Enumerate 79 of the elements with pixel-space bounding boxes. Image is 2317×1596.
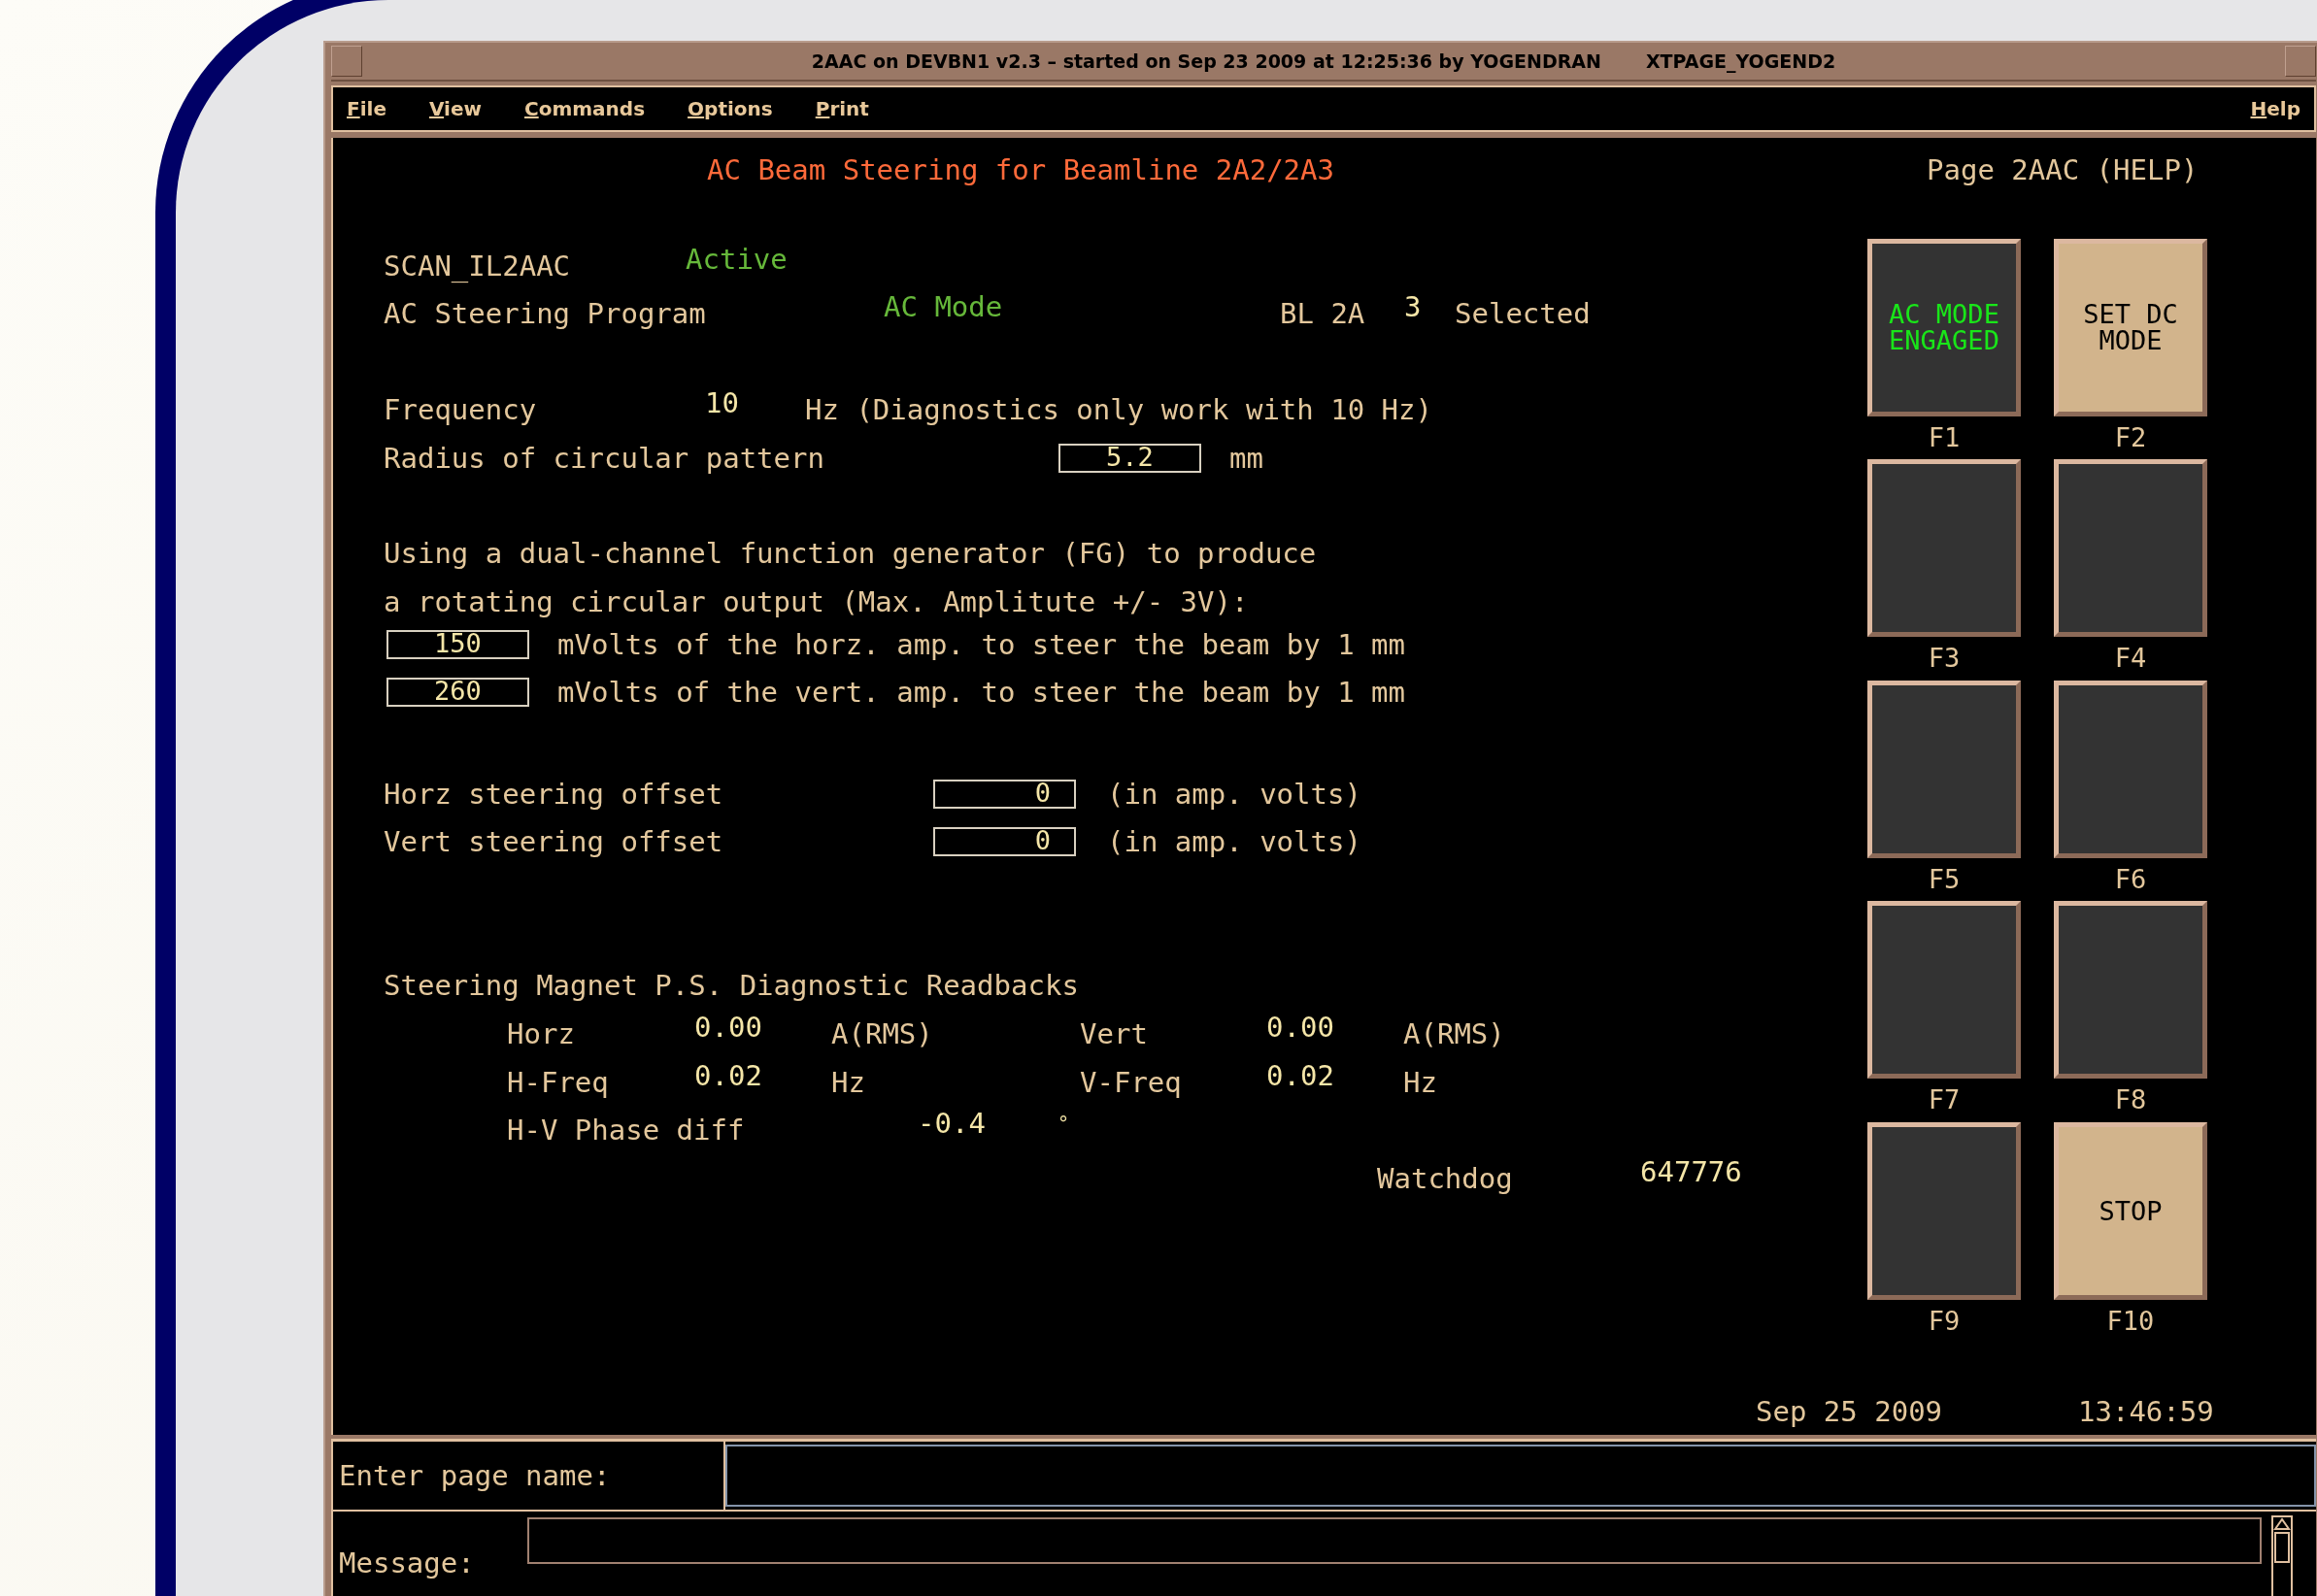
amplitude-field[interactable]: 260 (386, 678, 529, 708)
offset-label: Horz steering offset (384, 777, 724, 811)
function-key-label: F4 (2114, 642, 2147, 675)
phase-unit: ° (1058, 1112, 1071, 1136)
offset-unit: (in amp. volts) (1107, 777, 1362, 811)
readback-label: Vert (1080, 1017, 1149, 1051)
function-key-button[interactable] (1867, 901, 2021, 1079)
readback-unit: Hz (831, 1065, 866, 1099)
phase-value: -0.4 (918, 1107, 987, 1141)
readback-value: 0.02 (1266, 1058, 1335, 1092)
readbacks-title: Steering Magnet P.S. Diagnostic Readbacks (384, 969, 1079, 1002)
function-key-label: F7 (1928, 1083, 1961, 1116)
radius-label: Radius of circular pattern (384, 441, 825, 475)
amplitude-label: mVolts of the horz. amp. to steer the beam by 1 mm (557, 627, 1406, 661)
page-title: AC Beam Steering for Beamline 2A2/2A3 (707, 152, 1335, 186)
phase-label: H-V Phase diff (507, 1114, 746, 1147)
function-key-label: F1 (1928, 420, 1961, 454)
window-title: 2AAC on DEVBN1 v2.3 – started on Sep 23 2009 at 12:25:36 by YOGENDRAN (811, 50, 1601, 72)
menu-item[interactable]: File (347, 97, 386, 120)
readback-label: H-Freq (507, 1065, 610, 1099)
function-key-button[interactable] (1867, 1121, 2021, 1300)
function-key-button[interactable] (1867, 459, 2021, 637)
description-text: Using a dual-channel function generator (FG) to produce (384, 537, 1317, 570)
description-text: a rotating circular output (Max. Amplitute +/- 3V): (384, 584, 1249, 618)
radius-field[interactable]: 5.2 (1058, 443, 1201, 473)
radius-unit: mm (1229, 441, 1264, 475)
function-key-button[interactable]: STOP (2054, 1121, 2207, 1300)
window-menu-button[interactable] (331, 46, 362, 77)
readback-value: 0.02 (694, 1058, 763, 1092)
readback-value: 0.00 (694, 1011, 763, 1045)
function-key-label: F3 (1928, 642, 1961, 675)
page-name-field[interactable] (725, 1445, 2316, 1507)
time-text: 13:46:59 (2078, 1394, 2215, 1428)
program-state: Active (686, 242, 789, 276)
readback-unit: A(RMS) (1403, 1017, 1506, 1051)
function-key-button[interactable] (2054, 680, 2207, 858)
offset-field[interactable]: 0 (933, 827, 1076, 857)
display-name: XTPAGE_YOGEND2 (1645, 50, 1836, 72)
function-key-label: F10 (2106, 1304, 2155, 1338)
offset-field[interactable]: 0 (933, 779, 1076, 809)
amplitude-label: mVolts of the vert. amp. to steer the beam by 1 mm (557, 676, 1406, 710)
frequency-note: Hz (Diagnostics only work with 10 Hz) (805, 393, 1433, 427)
menu-item[interactable]: Print (815, 97, 869, 120)
watchdog-label: Watchdog (1377, 1161, 1514, 1195)
page-id: Page 2AAC (HELP) (1927, 152, 2199, 186)
amplitude-field[interactable]: 150 (386, 629, 529, 659)
beamline-label: BL 2A (1280, 297, 1366, 331)
beamline-number: 3 (1404, 290, 1423, 324)
frequency-value: 10 (705, 386, 740, 420)
scrollbar[interactable] (2271, 1515, 2293, 1596)
readback-label: V-Freq (1080, 1065, 1183, 1099)
readback-unit: A(RMS) (831, 1017, 934, 1051)
offset-label: Vert steering offset (384, 825, 724, 859)
function-key-button[interactable]: AC MODE ENGAGED (1867, 238, 2021, 416)
function-key-button[interactable] (2054, 459, 2207, 637)
window-minimize-button[interactable] (2285, 46, 2316, 77)
help-menu[interactable]: Help (2250, 97, 2300, 120)
menu-item[interactable]: Options (688, 97, 773, 120)
menu-item[interactable]: Commands (524, 97, 646, 120)
mode-text: AC Mode (884, 290, 1004, 324)
function-key-button[interactable]: SET DC MODE (2054, 238, 2207, 416)
function-key-label: F9 (1928, 1304, 1961, 1338)
steering-label: AC Steering Program (384, 297, 707, 331)
readback-value: 0.00 (1266, 1011, 1335, 1045)
function-key-label: F8 (2114, 1083, 2147, 1116)
function-key-button[interactable] (1867, 680, 2021, 858)
readback-unit: Hz (1403, 1065, 1438, 1099)
readback-label: Horz (507, 1017, 576, 1051)
frequency-label: Frequency (384, 393, 538, 427)
function-key-button[interactable] (2054, 901, 2207, 1079)
watchdog-value: 647776 (1640, 1154, 1743, 1188)
program-name: SCAN_IL2AAC (384, 249, 572, 283)
beamline-state: Selected (1455, 297, 1592, 331)
function-key-label: F6 (2114, 862, 2147, 896)
function-key-label: F2 (2114, 420, 2147, 454)
offset-unit: (in amp. volts) (1107, 825, 1362, 859)
date-text: Sep 25 2009 (1756, 1394, 1944, 1428)
function-key-label: F5 (1928, 862, 1961, 896)
menu-item[interactable]: View (428, 97, 482, 120)
